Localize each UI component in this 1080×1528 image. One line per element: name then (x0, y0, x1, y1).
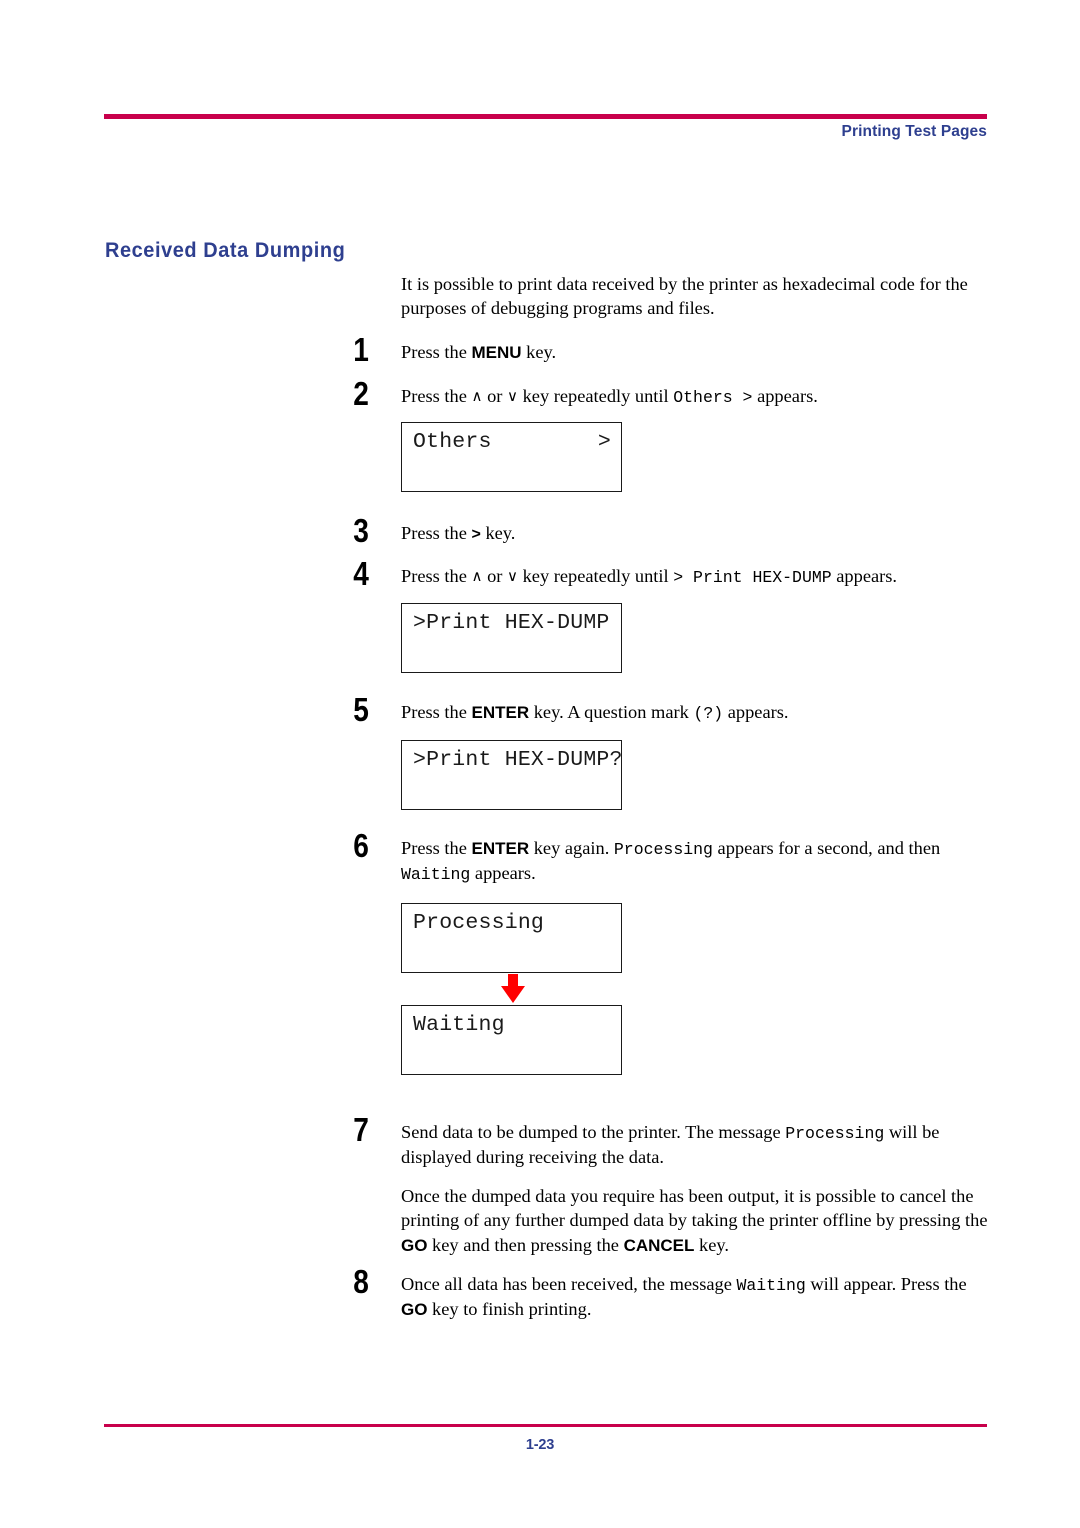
step-8: 8 Once all data has been received, the m… (336, 1265, 988, 1321)
step-2-text-d: appears. (752, 386, 818, 406)
lcd-others-right: > (597, 430, 611, 454)
right-arrow-key-icon: > (471, 526, 481, 543)
step-8-text-b: will appear. Press the (805, 1274, 967, 1294)
go-key-label: GO (401, 1299, 428, 1319)
step-6-processing-text: Processing (613, 840, 713, 859)
step-6-text-c: appears for a second, and then (712, 838, 941, 858)
step-5: 5 Press the ENTER key. A question mark (… (336, 693, 988, 726)
header-accent-rule (104, 114, 987, 119)
lcd-display-processing: Processing (401, 903, 622, 973)
lcd-others-left: Others (413, 430, 492, 454)
lcd-display-waiting: Waiting (401, 1005, 622, 1075)
lcd-print-hex-dump-line: >Print HEX-DUMP (413, 611, 610, 635)
step-8-number: 8 (353, 1263, 369, 1300)
enter-key-label: ENTER (471, 703, 530, 722)
running-header-text: Printing Test Pages (841, 123, 987, 140)
step-5-text-a: Press the (401, 702, 472, 722)
step-4-text-b: or (482, 566, 507, 586)
step-3-number: 3 (353, 512, 369, 549)
step-7: 7 Send data to be dumped to the printer.… (336, 1113, 988, 1169)
step-8-text-c: key to finish printing. (427, 1298, 592, 1319)
step-2-display-text: Others (673, 388, 733, 407)
step-7-processing-text: Processing (785, 1124, 885, 1143)
step-3-text-a: Press the (401, 523, 472, 543)
step-4-text: Press the ∧ or ∨ key repeatedly until > … (401, 564, 988, 589)
note-text-b: key and then pressing the (427, 1234, 624, 1255)
step-4-number: 4 (353, 555, 369, 592)
note-text-c: key. (694, 1234, 729, 1255)
step-6-text-b: key again. (529, 838, 614, 858)
step-8-text-a: Once all data has been received, the mes… (401, 1274, 737, 1294)
step-2-number: 2 (353, 375, 369, 412)
step-6-text-a: Press the (401, 838, 472, 858)
down-arrow-icon (498, 974, 528, 1004)
step-4-display-text: > Print HEX-DUMP (673, 568, 832, 587)
step-4-text-c: key repeatedly until (517, 566, 674, 586)
step-3: 3 Press the > key. (336, 514, 988, 547)
question-mark-glyph: (?) (693, 704, 724, 723)
lcd-waiting-line: Waiting (413, 1013, 505, 1037)
step-5-number: 5 (353, 691, 369, 728)
step-6-text-d: appears. (470, 862, 536, 883)
step-1-text-a: Press the (401, 342, 472, 362)
step-2-text-c: key repeatedly until (517, 386, 674, 406)
step-8-text: Once all data has been received, the mes… (401, 1272, 988, 1321)
step-6: 6 Press the ENTER key again. Processing … (336, 829, 988, 886)
step-2-text: Press the ∧ or ∨ key repeatedly until Ot… (401, 384, 988, 409)
step-4: 4 Press the ∧ or ∨ key repeatedly until … (336, 557, 988, 590)
lcd-display-print-hex-dump-confirm: >Print HEX-DUMP? (401, 740, 622, 810)
step-3-text: Press the > key. (401, 521, 988, 545)
step-6-number: 6 (353, 827, 369, 864)
step-5-text-b: key. A question mark (529, 702, 694, 722)
lcd-processing-line: Processing (413, 911, 545, 935)
step-5-text: Press the ENTER key. A question mark (?)… (401, 700, 988, 725)
step-4-text-d: appears. (831, 566, 898, 586)
step-7-number: 7 (353, 1111, 369, 1148)
step-1-text: Press the MENU key. (401, 340, 988, 364)
step-5-text-c: appears. (723, 702, 789, 722)
step-2: 2 Press the ∧ or ∨ key repeatedly until … (336, 377, 988, 410)
intro-paragraph-block: It is possible to print data received by… (401, 272, 988, 321)
intro-paragraph: It is possible to print data received by… (401, 274, 968, 319)
step-2-text-a: Press the (401, 386, 472, 406)
go-key-label: GO (401, 1235, 428, 1255)
enter-key-label: ENTER (471, 839, 530, 858)
note-paragraph-block: Once the dumped data you require has bee… (401, 1184, 988, 1257)
lcd-print-hex-dump-confirm-line: >Print HEX-DUMP? (413, 748, 623, 772)
lcd-display-others: Others > (401, 422, 622, 492)
lcd-display-print-hex-dump: >Print HEX-DUMP (401, 603, 622, 673)
down-chevron-icon: ∨ (507, 567, 518, 585)
note-paragraph: Once the dumped data you require has bee… (401, 1184, 988, 1257)
step-6-waiting-text: Waiting (401, 864, 471, 884)
step-2-display-arrow: > (732, 388, 753, 407)
note-text-a: Once the dumped data you require has bee… (401, 1186, 988, 1231)
up-chevron-icon: ∧ (471, 567, 483, 585)
footer-accent-rule (104, 1424, 987, 1427)
lcd-others-line: Others > (413, 430, 611, 454)
step-1-text-b: key. (521, 342, 557, 362)
down-chevron-icon: ∨ (507, 387, 518, 405)
step-8-waiting-text: Waiting (736, 1276, 806, 1295)
step-6-text: Press the ENTER key again. Processing ap… (401, 836, 988, 886)
step-1-number: 1 (353, 331, 369, 368)
step-7-text-a: Send data to be dumped to the printer. T… (401, 1122, 786, 1142)
cancel-key-label: CANCEL (623, 1235, 695, 1255)
step-4-text-a: Press the (401, 566, 472, 586)
step-2-text-b: or (482, 386, 507, 406)
menu-key-label: MENU (471, 343, 522, 362)
step-7-text: Send data to be dumped to the printer. T… (401, 1120, 988, 1169)
up-chevron-icon: ∧ (471, 387, 483, 405)
step-1: 1 Press the MENU key. (336, 333, 988, 366)
page-title: Received Data Dumping (105, 239, 346, 263)
step-3-text-b: key. (480, 523, 516, 543)
page-number: 1-23 (525, 1437, 555, 1453)
